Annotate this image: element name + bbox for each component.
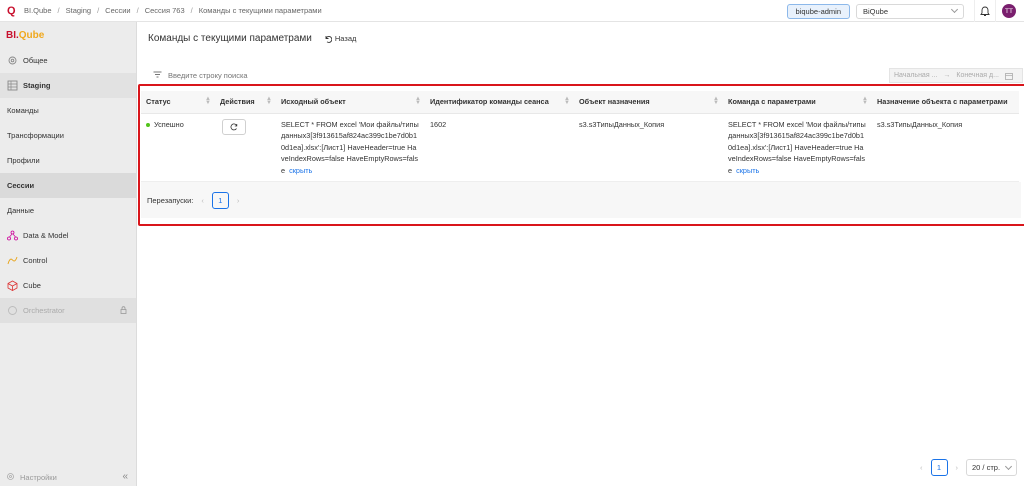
column-header-target-param[interactable]: Назначение объекта с параметрами	[872, 91, 1019, 114]
cube-icon	[6, 280, 18, 292]
main-content: Команды с текущими параметрами Назад Нач…	[137, 22, 1024, 486]
sidebar-item-transformations[interactable]: Трансформации	[0, 123, 136, 148]
notifications-button[interactable]	[974, 0, 996, 22]
page-size-select[interactable]: 20 / стр.	[966, 459, 1017, 476]
workspace-value: BiQube	[863, 6, 889, 16]
source-cell: SELECT * FROM excel 'Мои файлы/типы данн…	[276, 113, 425, 182]
restarts-prev-icon[interactable]: ‹	[201, 196, 204, 205]
arrow-right-icon: →	[943, 72, 951, 79]
page-title: Команды с текущими параметрами	[148, 33, 312, 44]
column-header-source[interactable]: Исходный объект ▲ ▼	[276, 91, 425, 114]
page-1[interactable]: 1	[930, 459, 948, 476]
bell-icon	[980, 6, 990, 16]
table-header-row: Статус ▲ ▼ Действия ▲ ▼ Исходный объект ▲ ▼ Ид…	[141, 91, 1019, 114]
status-text: Успешно	[154, 119, 184, 129]
next-page-icon[interactable]: ›	[956, 463, 959, 472]
control-icon	[6, 255, 18, 267]
gear-icon	[6, 55, 18, 67]
avatar[interactable]: TT	[1002, 4, 1016, 18]
sidebar-item-sessions[interactable]: Сессии	[0, 173, 136, 198]
session-cmd-id-cell: 1602	[425, 113, 574, 182]
pagination: ‹ 1 › 20 / стр.	[920, 459, 1017, 476]
search-bar: Начальная ... → Конечная д...	[145, 66, 1023, 86]
commands-table-card: Статус ▲ ▼ Действия ▲ ▼ Исходный объект ▲ ▼ Ид…	[138, 84, 1024, 226]
date-end[interactable]: Конечная д...	[956, 72, 999, 79]
sidebar-item-cube[interactable]: Cube	[0, 273, 136, 298]
data-model-icon	[6, 230, 18, 242]
sidebar-brand: BI. Qube	[6, 29, 45, 41]
column-header-command[interactable]: Команда с параметрами ▲ ▼	[723, 91, 872, 114]
sidebar-settings[interactable]: Настройки «	[0, 468, 137, 486]
sort-icon: ▲ ▼	[266, 96, 272, 106]
breadcrumb-sessions[interactable]: Сессии	[105, 6, 130, 15]
workspace-select[interactable]: BiQube	[856, 3, 964, 19]
settings-gear-icon	[6, 472, 15, 483]
filter-icon[interactable]	[153, 71, 162, 80]
sidebar-item-data-model[interactable]: Data & Model	[0, 223, 136, 248]
column-header-actions[interactable]: Действия ▲ ▼	[215, 91, 276, 114]
calendar-icon	[1005, 72, 1013, 80]
column-header-status[interactable]: Статус ▲ ▼	[141, 91, 215, 114]
sidebar-item-profiles[interactable]: Профили	[0, 148, 136, 173]
sidebar-item-staging[interactable]: Staging	[0, 73, 136, 98]
restarts-label: Перезапуски:	[147, 195, 194, 205]
date-start[interactable]: Начальная ...	[894, 72, 937, 79]
breadcrumb: BI.Qube / Staging / Сессии / Сессия 763 …	[24, 6, 322, 15]
sort-icon: ▲ ▼	[415, 96, 421, 106]
prev-page-icon[interactable]: ‹	[920, 463, 923, 472]
restart-button[interactable]	[222, 118, 246, 135]
orchestrator-icon	[6, 305, 18, 317]
collapse-sidebar-icon[interactable]: «	[122, 471, 128, 482]
back-button[interactable]: Назад	[324, 34, 356, 43]
undo-icon	[325, 35, 332, 43]
sort-icon: ▲ ▼	[713, 96, 719, 106]
breadcrumb-home[interactable]: BI.Qube	[24, 6, 52, 15]
chevron-down-icon	[950, 5, 959, 14]
sidebar-item-control[interactable]: Control	[0, 248, 136, 273]
sidebar-item-general[interactable]: Общее	[0, 48, 136, 73]
breadcrumb-session[interactable]: Сессия 763	[145, 6, 185, 15]
sort-icon: ▲ ▼	[205, 96, 211, 106]
restarts-page-1[interactable]: 1	[211, 191, 229, 209]
staging-icon	[6, 80, 18, 92]
app-logo-icon[interactable]: Q	[7, 5, 16, 16]
hide-command-link[interactable]: скрыть	[736, 166, 759, 175]
lock-icon	[120, 305, 127, 316]
date-range-picker[interactable]: Начальная ... → Конечная д...	[889, 68, 1023, 83]
user-badge[interactable]: biqube-admin	[786, 3, 850, 19]
actions-cell	[215, 113, 276, 182]
column-header-session-cmd-id[interactable]: Идентификатор команды сеанса ▲ ▼	[425, 91, 574, 114]
success-dot-icon	[146, 122, 150, 127]
sort-icon: ▲ ▼	[862, 96, 868, 106]
sidebar-item-commands[interactable]: Команды	[0, 98, 136, 123]
commands-table: Статус ▲ ▼ Действия ▲ ▼ Исходный объект ▲ ▼ Ид…	[141, 91, 1019, 182]
chevron-down-icon	[1004, 462, 1013, 470]
hide-source-link[interactable]: скрыть	[289, 166, 312, 175]
sidebar-item-orchestrator: Orchestrator	[0, 298, 136, 323]
refresh-icon	[230, 123, 238, 130]
breadcrumb-current: Команды с текущими параметрами	[198, 6, 322, 15]
search-input[interactable]	[168, 71, 468, 80]
target-param-cell: s3.s3ТипыДанных_Копия	[872, 113, 1019, 182]
restarts-next-icon[interactable]: ›	[237, 196, 240, 205]
table-row: Успешно SELECT * FROM excel 'Мои файлы/т…	[141, 113, 1019, 182]
column-header-target[interactable]: Объект назначения ▲ ▼	[574, 91, 723, 114]
top-bar: Q BI.Qube / Staging / Сессии / Сессия 76…	[0, 0, 1024, 22]
status-cell: Успешно	[141, 113, 215, 182]
command-cell: SELECT * FROM excel 'Мои файлы/типы данн…	[723, 113, 872, 182]
breadcrumb-staging[interactable]: Staging	[66, 6, 91, 15]
target-cell: s3.s3ТипыДанных_Копия	[574, 113, 723, 182]
restarts-bar: Перезапуски: ‹ 1 ›	[141, 182, 1021, 218]
sort-icon: ▲ ▼	[564, 96, 570, 106]
sidebar: BI. Qube Общее Staging Команды Трансформа…	[0, 22, 137, 486]
sidebar-item-data[interactable]: Данные	[0, 198, 136, 223]
